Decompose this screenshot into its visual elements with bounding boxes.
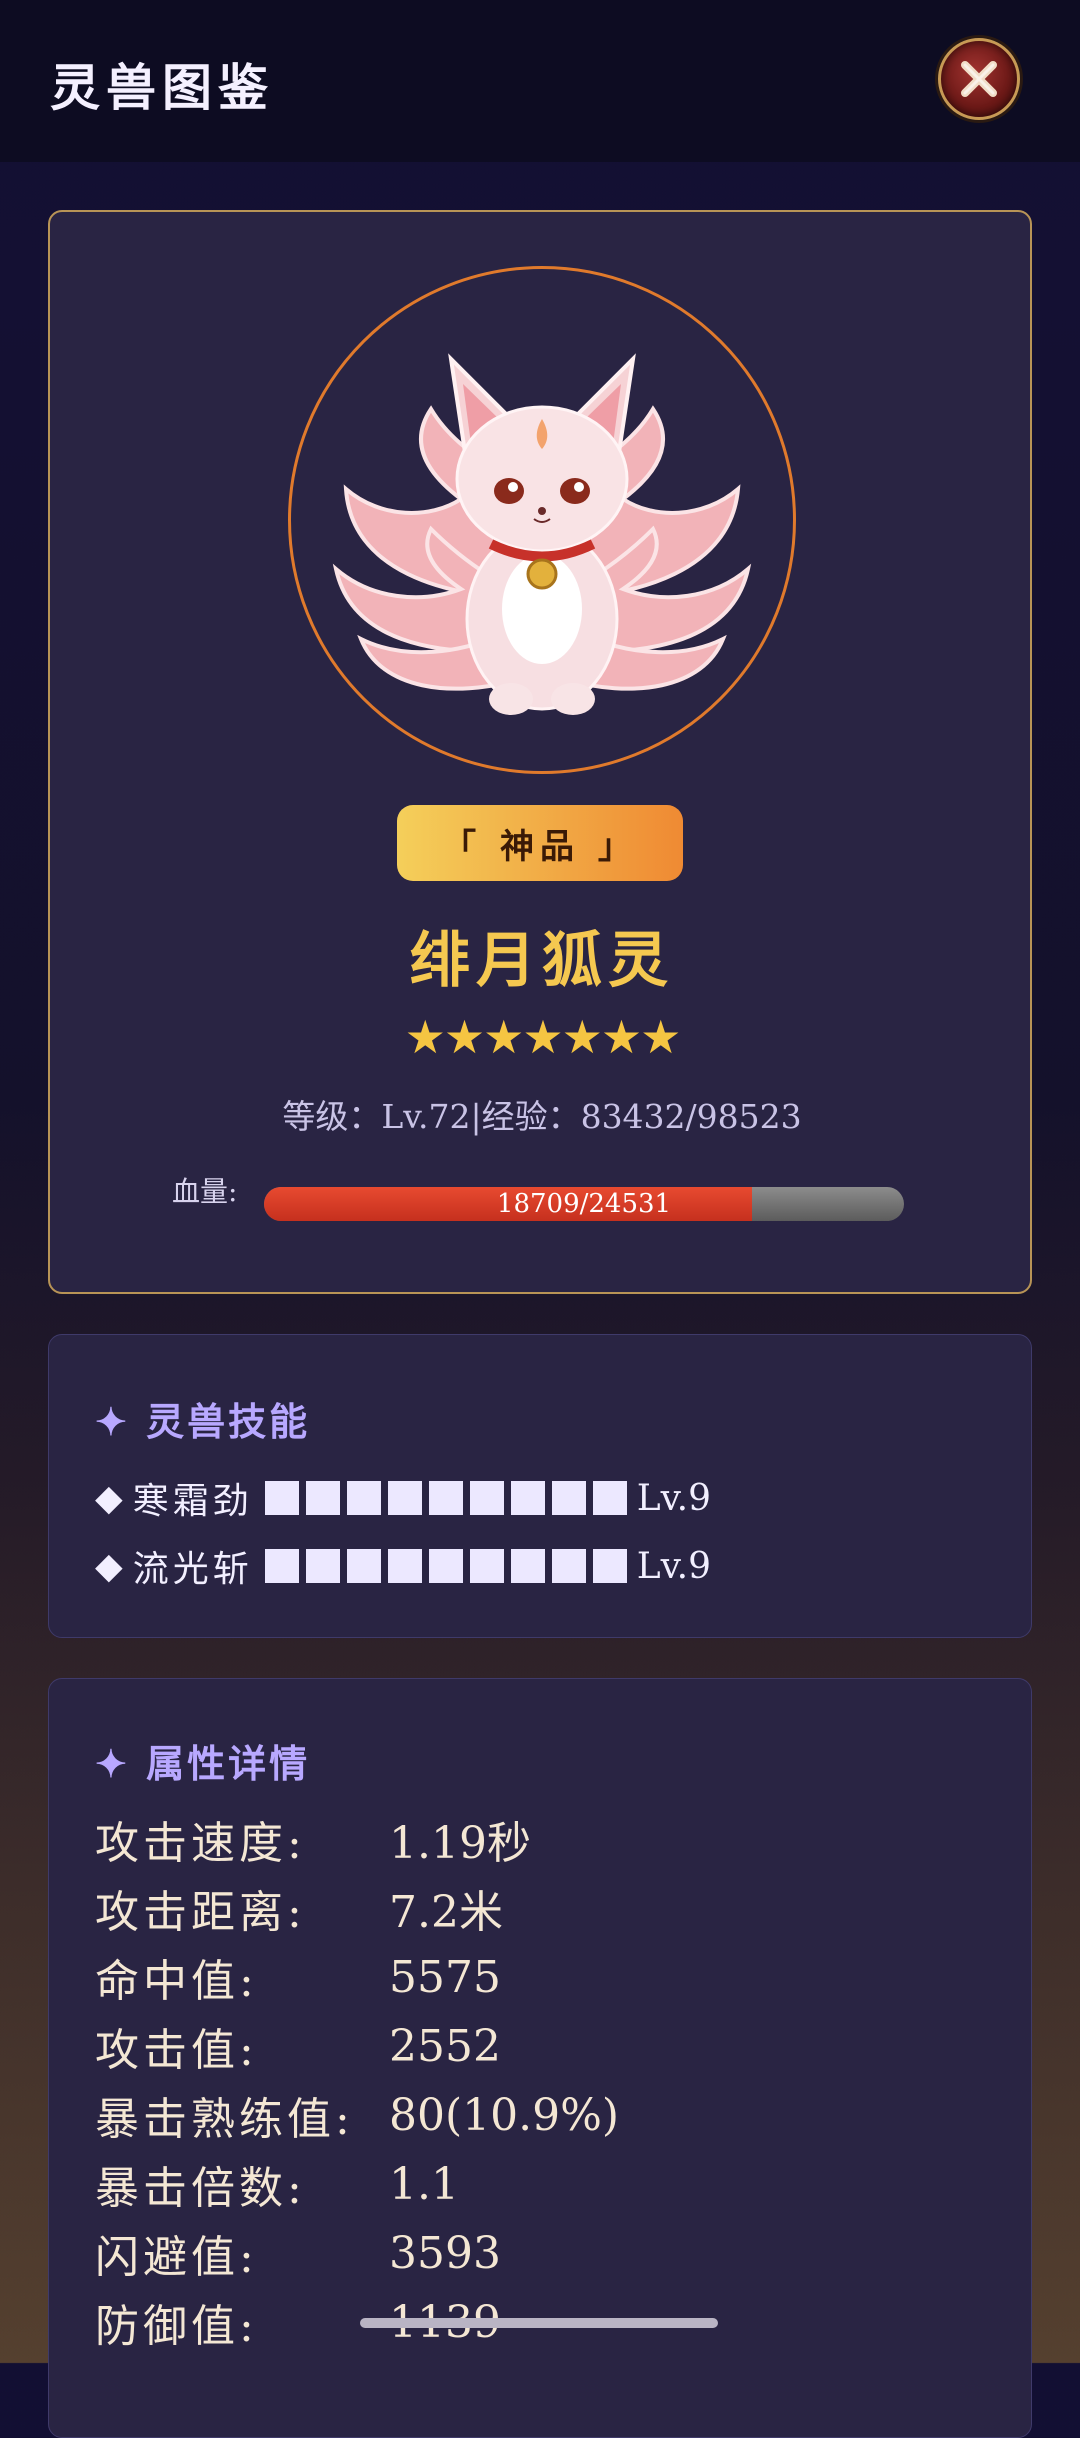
grade-badge: 「 神品 」 bbox=[397, 805, 683, 881]
skill-row[interactable]: ◆ 流光斩 Lv.9 bbox=[95, 1541, 711, 1591]
hp-label: 血量: bbox=[172, 1175, 238, 1208]
page-title: 灵兽图鉴 bbox=[50, 58, 274, 117]
attribute-row: 暴击倍数: 1.1 bbox=[95, 2154, 459, 2215]
close-button[interactable] bbox=[938, 38, 1020, 120]
skill-level: Lv.9 bbox=[636, 1545, 712, 1587]
attribute-label: 防御值: bbox=[95, 2301, 258, 2352]
attribute-label: 命中值: bbox=[95, 1956, 258, 2007]
diamond-icon: ◆ bbox=[95, 1477, 123, 1519]
star-rating: ★★★★★★★ bbox=[404, 1010, 682, 1064]
top-bar: 灵兽图鉴 bbox=[0, 0, 1080, 162]
attribute-label: 暴击倍数: bbox=[95, 2163, 306, 2214]
hp-bar: 18709/24531 bbox=[264, 1187, 904, 1221]
diamond-icon: ◆ bbox=[95, 1545, 123, 1587]
attributes-section-title: ✦ 属性详情 bbox=[95, 1741, 311, 1786]
attribute-label: 攻击速度: bbox=[95, 1818, 306, 1869]
skill-name: 寒霜劲 bbox=[132, 1481, 253, 1522]
level-experience-text: 等级：Lv.72|经验：83432/98523 bbox=[282, 1097, 802, 1136]
skills-section-title: ✦ 灵兽技能 bbox=[95, 1399, 311, 1444]
skill-row[interactable]: ◆ 寒霜劲 Lv.9 bbox=[95, 1473, 711, 1523]
home-indicator[interactable] bbox=[360, 2318, 718, 2328]
skill-level: Lv.9 bbox=[636, 1477, 712, 1519]
attribute-value: 2552 bbox=[389, 2020, 501, 2072]
attribute-label: 暴击熟练值: bbox=[95, 2094, 354, 2145]
attribute-value: 3593 bbox=[389, 2227, 501, 2279]
skill-name: 流光斩 bbox=[132, 1549, 253, 1590]
attribute-value: 1.1 bbox=[389, 2158, 459, 2210]
attribute-value: 80(10.9%) bbox=[389, 2089, 620, 2141]
attribute-row: 攻击速度: 1.19秒 bbox=[95, 1809, 531, 1869]
attribute-label: 攻击距离: bbox=[95, 1887, 306, 1938]
attribute-row: 闪避值: 3593 bbox=[95, 2223, 501, 2284]
skills-card: ✦ 灵兽技能 ◆ 寒霜劲 Lv.9 ◆ 流光斩 Lv.9 bbox=[48, 1334, 1032, 1638]
close-x-icon bbox=[961, 61, 997, 97]
attribute-value: 7.2米 bbox=[389, 1887, 503, 1938]
pet-name: 绯月狐灵 bbox=[410, 926, 674, 996]
attribute-row: 暴击熟练值: 80(10.9%) bbox=[95, 2085, 620, 2146]
attribute-row: 命中值: 5575 bbox=[95, 1947, 501, 2008]
attribute-label: 攻击值: bbox=[95, 2025, 258, 2076]
attribute-row: 攻击值: 2552 bbox=[95, 2016, 501, 2077]
attribute-row: 攻击距离: 7.2米 bbox=[95, 1878, 503, 1938]
attribute-value: 1.19秒 bbox=[389, 1818, 531, 1869]
attribute-value: 5575 bbox=[389, 1951, 501, 2003]
hp-value: 18709/24531 bbox=[496, 1189, 672, 1219]
attribute-label: 闪避值: bbox=[95, 2232, 258, 2283]
pet-avatar-frame bbox=[288, 266, 796, 774]
fox-avatar-image[interactable] bbox=[291, 269, 793, 771]
skill-level-blocks bbox=[264, 1481, 627, 1515]
skill-level-blocks bbox=[264, 1549, 627, 1583]
pet-profile-card: 「 神品 」 绯月狐灵 ★★★★★★★ 等级：Lv.72|经验：83432/98… bbox=[48, 210, 1032, 1294]
